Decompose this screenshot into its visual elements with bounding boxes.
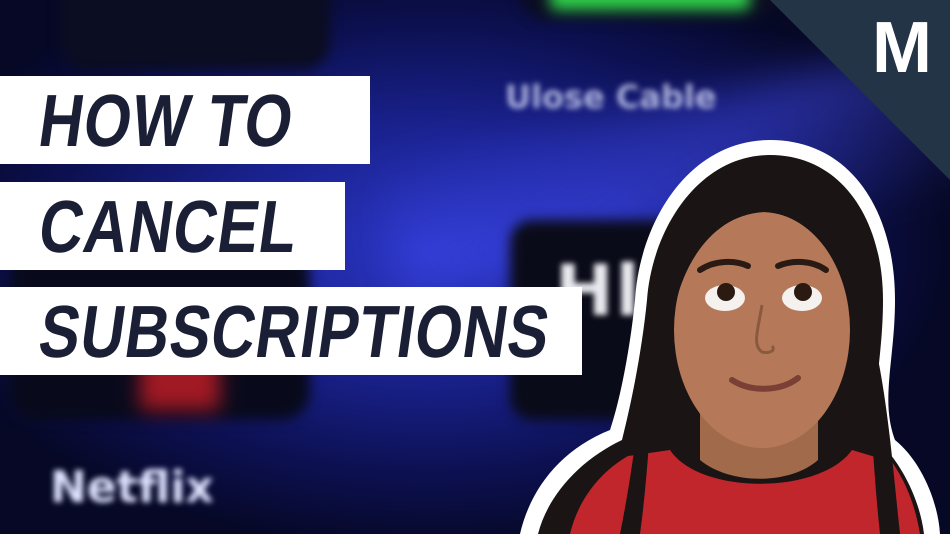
headline-line-1: HOW TO xyxy=(0,76,370,164)
background-app-tile xyxy=(60,0,330,70)
headline-text-2: CANCEL xyxy=(34,184,304,268)
brand-logo[interactable]: M xyxy=(872,12,932,84)
brand-corner: M xyxy=(770,0,950,180)
background-app-label-netflix: Netflix xyxy=(50,462,214,513)
video-thumbnail[interactable]: Hl Ulose Cable Netflix HOW TO CANCEL SUB… xyxy=(0,0,950,534)
headline-text-1: HOW TO xyxy=(34,78,300,162)
headline-text-3: SUBSCRIPTIONS xyxy=(34,289,556,373)
headline-line-2: CANCEL xyxy=(0,182,345,270)
background-app-tile-green xyxy=(520,0,780,20)
headline-line-3: SUBSCRIPTIONS xyxy=(0,287,582,375)
